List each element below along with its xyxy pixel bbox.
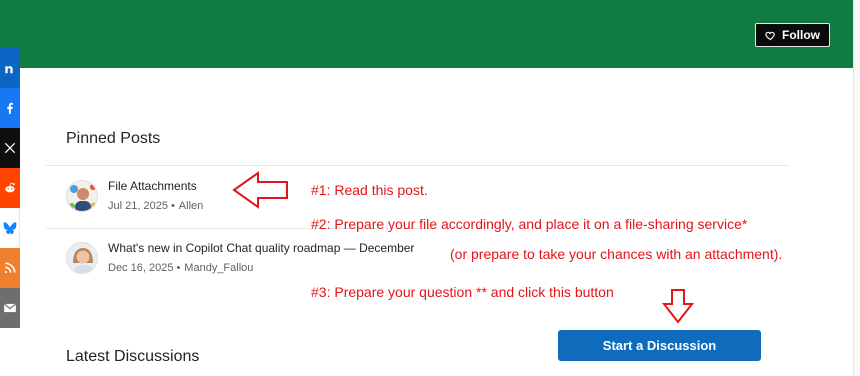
post-title[interactable]: File Attachments xyxy=(108,178,203,194)
post-meta: Jul 21, 2025 • Allen xyxy=(108,200,204,212)
follow-label: Follow xyxy=(782,28,820,42)
pinned-posts-heading: Pinned Posts xyxy=(66,130,161,147)
annotation-note-3: #3: Prepare your question ** and click t… xyxy=(311,284,614,300)
post-author[interactable]: Mandy_Fallou xyxy=(184,262,253,274)
scrollbar[interactable] xyxy=(853,0,860,376)
post-date: Dec 16, 2025 xyxy=(108,262,174,274)
heart-icon xyxy=(765,31,775,40)
share-linkedin-button[interactable] xyxy=(0,48,20,88)
author-avatar xyxy=(66,242,98,274)
bluesky-icon xyxy=(3,222,16,235)
down-arrow-annotation xyxy=(662,289,694,324)
rss-feed-button[interactable] xyxy=(0,248,20,288)
start-discussion-button[interactable]: Start a Discussion xyxy=(558,330,761,361)
share-x-button[interactable] xyxy=(0,128,20,168)
author-avatar xyxy=(66,180,98,212)
share-reddit-button[interactable] xyxy=(0,168,20,208)
rss-icon xyxy=(4,262,16,274)
post-meta: Dec 16, 2025 • Mandy_Fallou xyxy=(108,262,254,274)
pinned-divider xyxy=(46,165,790,166)
reddit-icon xyxy=(5,182,15,193)
facebook-icon xyxy=(7,102,13,114)
annotation-note-1: #1: Read this post. xyxy=(311,182,428,198)
annotation-note-2: #2: Prepare your file accordingly, and p… xyxy=(311,216,748,232)
linkedin-icon xyxy=(5,66,13,74)
post-author[interactable]: Allen xyxy=(179,200,203,212)
pinned-post-item[interactable]: What's new in Copilot Chat quality roadm… xyxy=(66,240,414,274)
group-header-banner: Follow xyxy=(0,0,853,68)
x-icon xyxy=(4,142,16,154)
pinned-post-item[interactable]: File Attachments Jul 21, 2025 • Allen xyxy=(66,178,203,212)
post-title[interactable]: What's new in Copilot Chat quality roadm… xyxy=(108,240,414,256)
left-arrow-annotation xyxy=(232,171,288,209)
annotation-note-2b: (or prepare to take your chances with an… xyxy=(450,246,783,262)
share-sidebar xyxy=(0,48,20,328)
post-date: Jul 21, 2025 xyxy=(108,200,168,212)
follow-button[interactable]: Follow xyxy=(755,23,830,47)
email-icon xyxy=(3,303,17,313)
latest-discussions-heading: Latest Discussions xyxy=(66,348,200,365)
share-facebook-button[interactable] xyxy=(0,88,20,128)
share-email-button[interactable] xyxy=(0,288,20,328)
share-bluesky-button[interactable] xyxy=(0,208,20,248)
